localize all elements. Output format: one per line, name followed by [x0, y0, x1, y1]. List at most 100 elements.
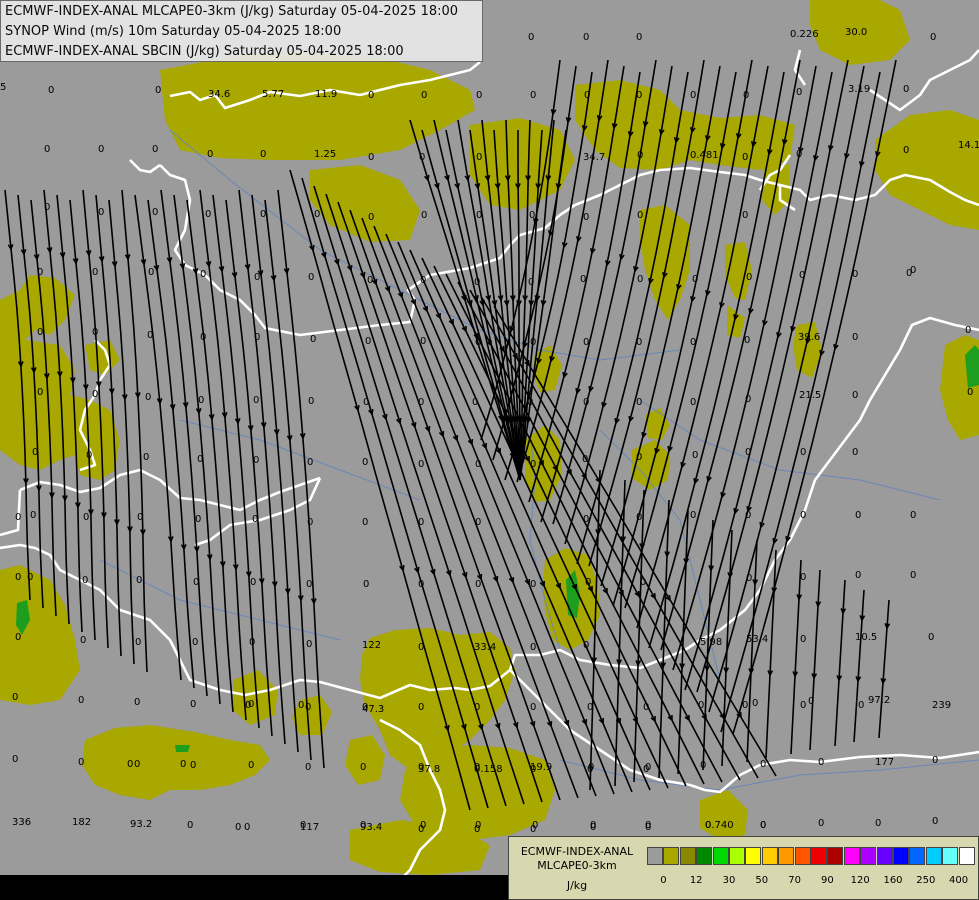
cape-value: 0 [245, 700, 251, 711]
cape-value: 0 [852, 447, 858, 458]
cape-value: 0 [796, 87, 802, 98]
cape-value: 10.5 [855, 632, 877, 643]
cape-value: 0 [143, 452, 149, 463]
legend-swatch [860, 847, 877, 865]
legend-swatch [811, 847, 827, 865]
cape-value: 0 [249, 637, 255, 648]
cape-value: 0 [190, 760, 196, 771]
legend-tick: 70 [788, 875, 801, 886]
cape-value: 0 [745, 510, 751, 521]
cape-value: 0 [584, 90, 590, 101]
cape-value: 0 [690, 510, 696, 521]
cape-value: 0 [474, 277, 480, 288]
cape-value: 0 [643, 702, 649, 713]
cape-value: 0 [636, 452, 642, 463]
cape-value: 0 [637, 150, 643, 161]
cape-value: 336 [12, 817, 31, 828]
cape-value: 0 [583, 397, 589, 408]
cape-value: 0 [421, 210, 427, 221]
cape-value: 0 [260, 149, 266, 160]
cape-value: 0 [636, 32, 642, 43]
cape-value: 0 [910, 570, 916, 581]
cape-value: 0 [134, 697, 140, 708]
cape-value: 0 [800, 510, 806, 521]
cape-value: 0 [420, 820, 426, 831]
cape-value: 0 [928, 632, 934, 643]
legend-swatch [843, 847, 860, 865]
cape-value: 0 [528, 277, 534, 288]
cape-value: 0 [418, 397, 424, 408]
cape-value: 0 [12, 692, 18, 703]
cape-value: 0 [15, 572, 21, 583]
cape-value: 5.98 [700, 637, 722, 648]
cape-value: 0 [48, 85, 54, 96]
cape-value: 11.9 [315, 89, 337, 100]
cape-value: 0 [800, 572, 806, 583]
weather-map: 0 0 0 0.226 30.0 05 0 0 34.6 5.77 11.9 0 0 0 0 0 0 0 0 0 3.1… [0, 0, 979, 900]
legend-tick: 0 [660, 875, 667, 886]
cape-value: 0 [808, 696, 814, 707]
legend-tick: 90 [821, 875, 834, 886]
cape-value: 0 [12, 754, 18, 765]
cape-value: 0 [253, 455, 259, 466]
cape-value: 122 [362, 640, 381, 651]
cape-value: 0 [643, 764, 649, 775]
cape-value: 0 [910, 265, 916, 276]
cape-value: 0 [818, 818, 824, 829]
cape-value: 0 [418, 702, 424, 713]
cape-value: 0 [419, 152, 425, 163]
legend-swatch [925, 847, 942, 865]
legend-swatch [909, 847, 926, 865]
cape-value: 0 [307, 457, 313, 468]
cape-value: 0 [190, 699, 196, 710]
cape-value: 0 [636, 397, 642, 408]
cape-value: 0 [796, 149, 802, 160]
cape-value: 53.4 [746, 634, 768, 645]
cape-value: 0 [532, 820, 538, 831]
cape-value: 0 [800, 447, 806, 458]
cape-value: 0 [418, 517, 424, 528]
cape-value: 0 [875, 818, 881, 829]
cape-value: 0 [367, 275, 373, 286]
cape-value: 0 [742, 152, 748, 163]
header-line-cape: ECMWF-INDEX-ANAL MLCAPE0-3km (J/kg) Satu… [5, 4, 459, 19]
legend-title: ECMWF-INDEX-ANAL [520, 845, 634, 858]
cape-value: 0 [529, 210, 535, 221]
cape-value: 0 [15, 512, 21, 523]
cape-value: 0 [858, 700, 864, 711]
cape-value: 0 [746, 272, 752, 283]
cape-value: 0 [248, 760, 254, 771]
cape-value: 0 [418, 459, 424, 470]
cape-value: 0 [742, 700, 748, 711]
cape-value: 0 [580, 274, 586, 285]
cape-value: 0 [198, 395, 204, 406]
cape-value: 34.7 [583, 152, 605, 163]
cape-value: 0 [583, 337, 589, 348]
cape-value: 0 [83, 512, 89, 523]
cape-value: 21.5 [799, 390, 821, 401]
cape-value: 34.6 [208, 89, 230, 100]
cape-value: 0 [310, 334, 316, 345]
cape-value: 5.77 [262, 89, 284, 100]
cape-value: 0 [583, 514, 589, 525]
cape-value: 0 [818, 757, 824, 768]
cape-value: 0 [362, 517, 368, 528]
cape-value: 0 [582, 454, 588, 465]
cape-value: 0 [147, 330, 153, 341]
cape-value: 0 [254, 332, 260, 343]
cape-value: 0 [250, 577, 256, 588]
legend: ECMWF-INDEX-ANAL MLCAPE0-3km J/kg 0 12 30 5… [508, 836, 979, 900]
cape-value: 0 [80, 635, 86, 646]
legend-swatch [696, 847, 713, 865]
legend-swatch [794, 847, 811, 865]
cape-value: 0 [30, 510, 36, 521]
cape-value: 0 [930, 32, 936, 43]
legend-swatch [761, 847, 778, 865]
cape-value: 0 [205, 209, 211, 220]
cape-value: 0 [800, 700, 806, 711]
cape-value: 0 [15, 632, 21, 643]
cape-value: 0 [152, 144, 158, 155]
cape-value: 0 [360, 762, 366, 773]
cape-value: 0 [965, 325, 971, 336]
cape-value: 0 [475, 517, 481, 528]
